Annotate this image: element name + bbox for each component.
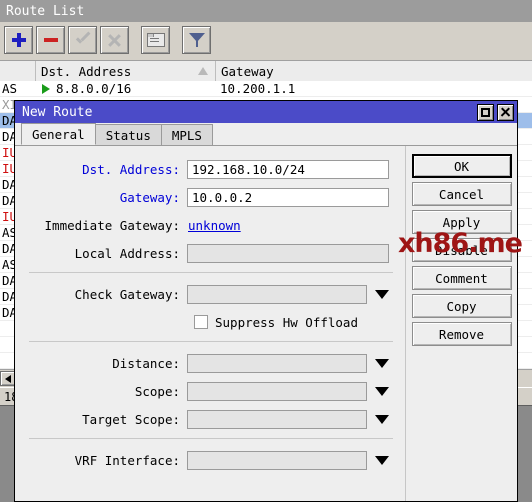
maximize-button[interactable] (477, 103, 494, 121)
dialog-tabs: General Status MPLS (15, 123, 517, 146)
check-gateway-combo[interactable] (187, 284, 389, 304)
chevron-down-icon[interactable] (375, 386, 389, 396)
column-header-gateway[interactable]: Gateway (216, 61, 532, 81)
local-address-input[interactable] (187, 243, 389, 263)
chevron-down-icon[interactable] (375, 455, 389, 465)
field-gateway: Gateway: 10.0.0.2 (15, 184, 407, 210)
distance-input[interactable] (187, 353, 367, 373)
immediate-gateway-label: Immediate Gateway: (44, 217, 180, 233)
dialog-window-controls (477, 103, 514, 121)
close-button[interactable] (497, 103, 514, 121)
tab-general[interactable]: General (21, 123, 96, 145)
screen: Route List Dst. Address Gateway AS 8.8.0… (0, 0, 532, 502)
check-gateway-label: Check Gateway: (74, 286, 180, 302)
cancel-button[interactable]: Cancel (411, 182, 512, 206)
check-gateway-input[interactable] (187, 284, 367, 304)
disable-button[interactable]: Disable (411, 238, 512, 262)
plus-icon (11, 33, 26, 47)
funnel-icon (188, 32, 205, 48)
field-distance: Distance: (15, 350, 407, 376)
route-list-title: Route List (6, 3, 85, 19)
chevron-left-icon (5, 374, 11, 383)
gateway-label: Gateway: (119, 189, 180, 205)
remove-button[interactable]: Remove (411, 322, 512, 346)
chevron-down-icon[interactable] (375, 358, 389, 368)
target-scope-label: Target Scope: (82, 411, 180, 427)
vrf-interface-input[interactable] (187, 450, 367, 470)
add-button[interactable] (4, 26, 33, 54)
column-header-dst-address[interactable]: Dst. Address (36, 61, 216, 81)
field-immediate-gateway: Immediate Gateway: unknown (15, 212, 407, 238)
cross-icon (107, 33, 122, 48)
sort-ascending-icon (198, 67, 208, 75)
field-dst-address: Dst. Address: 192.168.10.0/24 (15, 156, 407, 182)
distance-label: Distance: (112, 355, 180, 371)
comment-icon (146, 33, 165, 47)
ok-button[interactable]: OK (411, 154, 512, 178)
route-list-toolbar (0, 22, 532, 58)
scope-label: Scope: (134, 383, 180, 399)
filter-button[interactable] (182, 26, 211, 54)
field-suppress-hw-offload[interactable]: Suppress Hw Offload (15, 309, 407, 335)
suppress-hw-offload-checkbox[interactable] (194, 315, 208, 329)
form-divider-2 (29, 341, 393, 342)
immediate-gateway-link[interactable]: unknown (187, 218, 241, 233)
check-icon (75, 33, 91, 47)
field-scope: Scope: (15, 378, 407, 404)
vrf-interface-combo[interactable] (187, 450, 389, 470)
field-local-address: Local Address: (15, 240, 407, 266)
form-divider-3 (29, 438, 393, 439)
comment-button[interactable]: Comment (411, 266, 512, 290)
enable-button (68, 26, 97, 54)
row-flags: AS (2, 81, 18, 96)
maximize-icon (481, 107, 490, 117)
chevron-down-icon[interactable] (375, 414, 389, 424)
target-scope-input[interactable] (187, 409, 367, 429)
scope-combo[interactable] (187, 381, 389, 401)
disable-button (100, 26, 129, 54)
dialog-body: Dst. Address: 192.168.10.0/24 Gateway: 1… (15, 146, 517, 501)
gateway-input[interactable]: 10.0.0.2 (187, 187, 389, 207)
close-icon (500, 107, 511, 118)
minus-icon (43, 38, 58, 42)
route-table-header: Dst. Address Gateway (0, 60, 532, 82)
chevron-down-icon[interactable] (375, 289, 389, 299)
field-vrf-interface: VRF Interface: (15, 447, 407, 473)
scope-input[interactable] (187, 381, 367, 401)
tab-mpls[interactable]: MPLS (160, 124, 213, 145)
field-target-scope: Target Scope: (15, 406, 407, 432)
distance-combo[interactable] (187, 353, 389, 373)
comment-button[interactable] (141, 26, 170, 54)
table-row[interactable]: AS 8.8.0.0/16 10.200.1.1 (0, 81, 532, 97)
copy-button[interactable]: Copy (411, 294, 512, 318)
route-list-titlebar: Route List (0, 0, 532, 22)
new-route-dialog: New Route General Status MPLS Dst. Addre… (14, 100, 518, 502)
apply-button[interactable]: Apply (411, 210, 512, 234)
target-scope-combo[interactable] (187, 409, 389, 429)
field-check-gateway: Check Gateway: (15, 281, 407, 307)
column-header-flags[interactable] (0, 61, 36, 81)
column-header-dst-address-label: Dst. Address (41, 63, 132, 79)
row-dst-address: 8.8.0.0/16 (36, 81, 216, 96)
dialog-form: Dst. Address: 192.168.10.0/24 Gateway: 1… (15, 146, 407, 501)
active-route-icon (42, 83, 50, 94)
remove-button[interactable] (36, 26, 65, 54)
dst-address-input[interactable]: 192.168.10.0/24 (187, 159, 389, 179)
dialog-titlebar[interactable]: New Route (15, 101, 517, 123)
local-address-label: Local Address: (74, 245, 180, 261)
dialog-title: New Route (22, 104, 93, 120)
dialog-button-column: OK Cancel Apply Disable Comment Copy Remove (405, 146, 517, 501)
vrf-interface-label: VRF Interface: (74, 452, 180, 468)
dst-address-label: Dst. Address: (82, 161, 180, 177)
suppress-hw-offload-label: Suppress Hw Offload (215, 314, 358, 330)
tab-status[interactable]: Status (94, 124, 162, 145)
form-divider-1 (29, 272, 393, 273)
row-dst-address-text: 8.8.0.0/16 (56, 81, 132, 96)
row-gateway: 10.200.1.1 (220, 81, 296, 96)
